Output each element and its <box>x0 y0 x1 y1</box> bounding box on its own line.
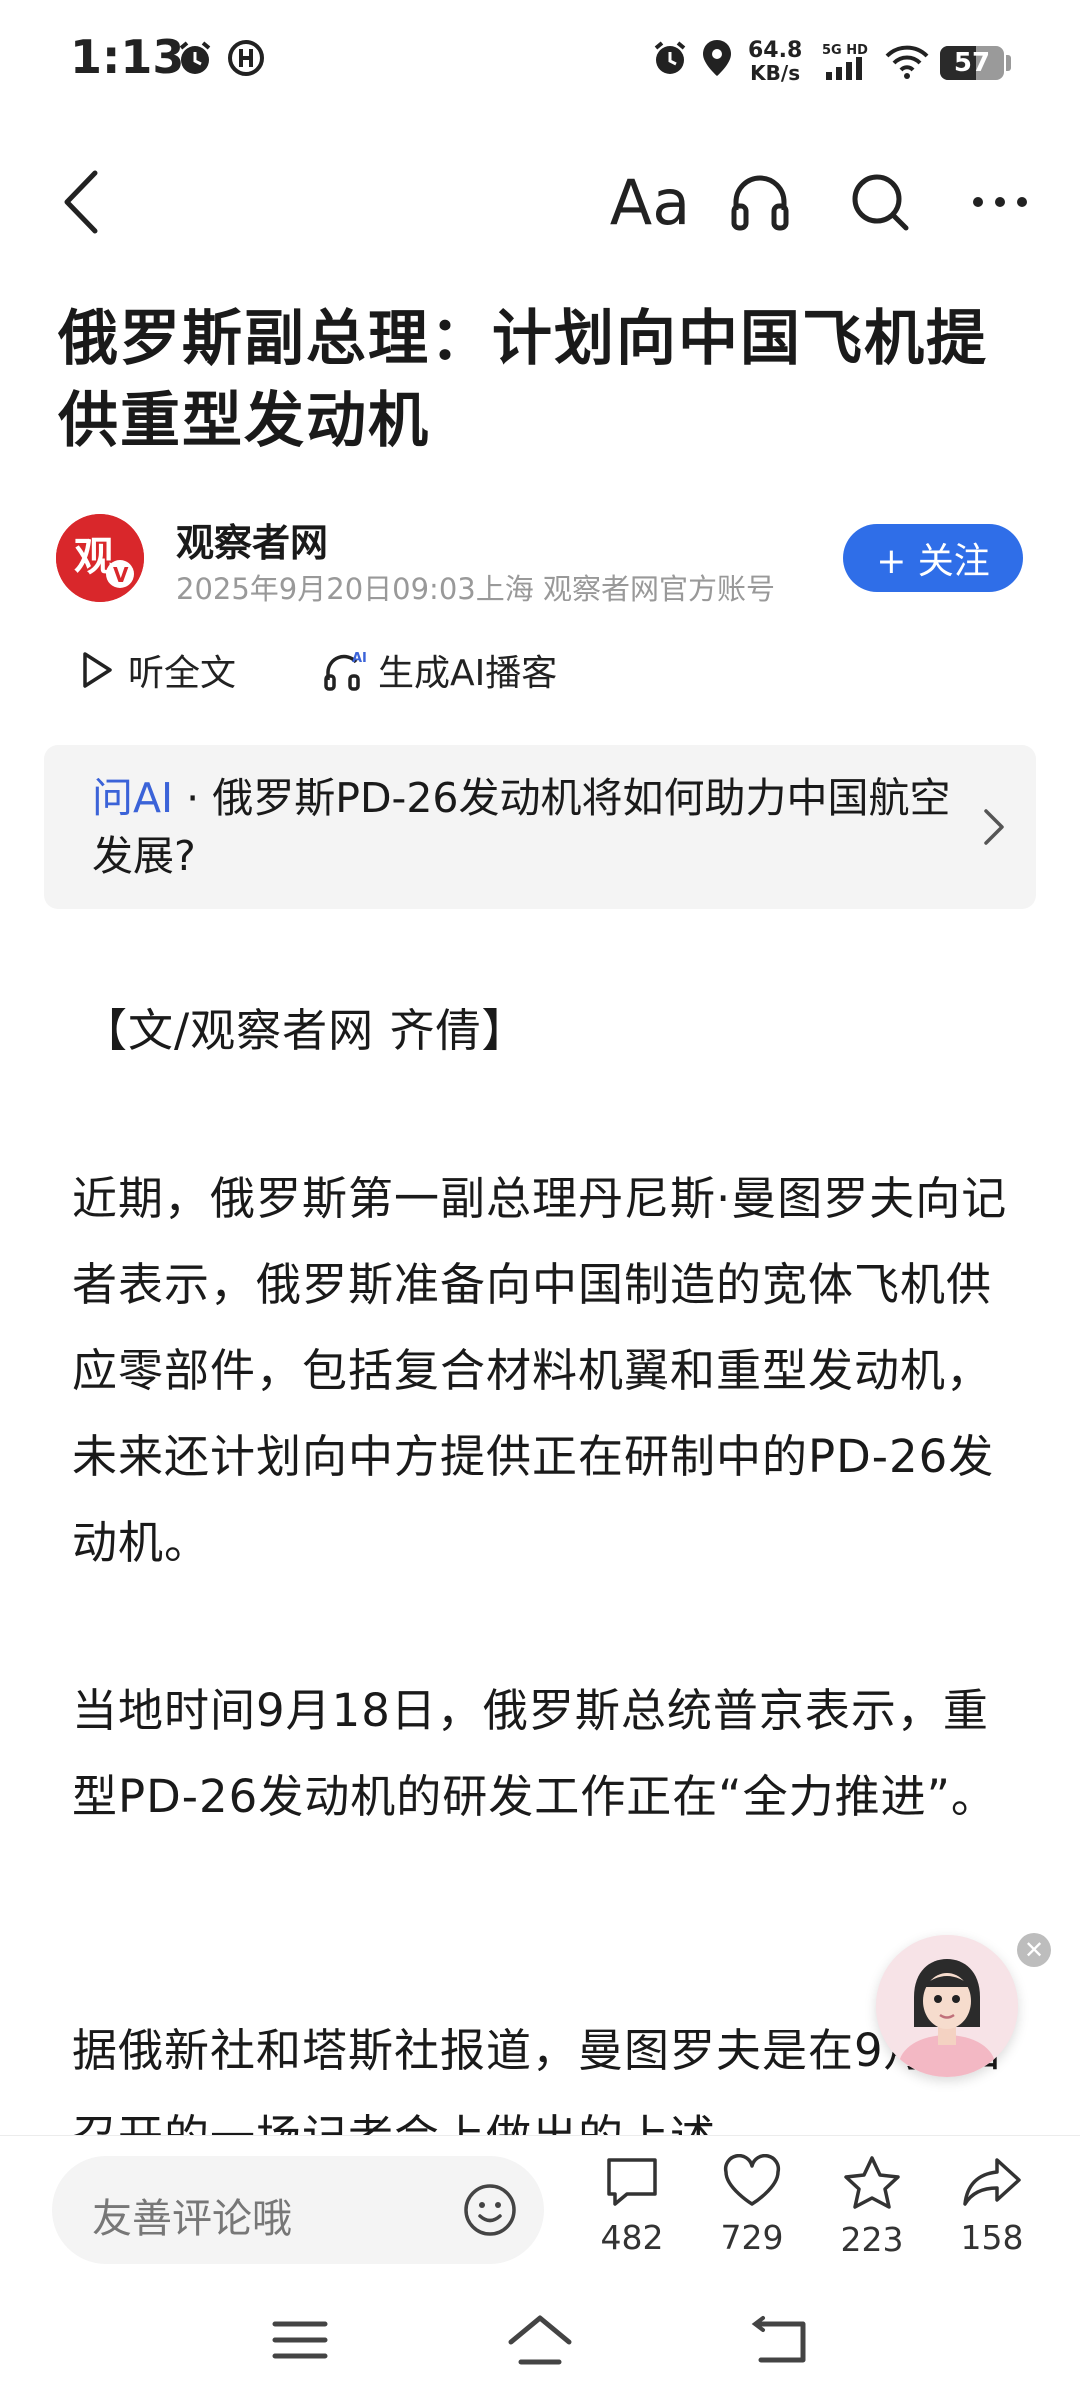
body-paragraph: 当地时间9月18日，俄罗斯总统普京表示，重型PD-26发动机的研发工作正在“全力… <box>72 1684 997 1823</box>
system-back-button[interactable] <box>732 2300 828 2380</box>
search-icon <box>852 174 909 231</box>
headphones-icon <box>731 175 789 231</box>
share-icon <box>963 2158 1021 2206</box>
author-name[interactable]: 观察者网 <box>176 512 328 567</box>
close-assistant-button[interactable]: ✕ <box>1017 1933 1051 1967</box>
battery-tip <box>1006 55 1011 71</box>
article-title: 俄罗斯副总理：计划向中国飞机提供重型发动机 <box>58 304 988 456</box>
svg-text:AI: AI <box>352 651 366 666</box>
publish-meta: 2025年9月20日09:03上海 观察者网官方账号 <box>176 572 775 606</box>
body-paragraph: 近期，俄罗斯第一副总理丹尼斯·曼图罗夫向记者表示，俄罗斯准备向中国制造的宽体飞机… <box>72 1172 1008 1569</box>
search-button[interactable] <box>838 160 922 244</box>
listen-full-label: 听全文 <box>128 653 237 694</box>
favorite-count: 223 <box>840 2220 904 2259</box>
home-button[interactable] <box>492 2300 588 2380</box>
return-icon <box>751 2316 806 2363</box>
recent-apps-button[interactable] <box>252 2300 348 2380</box>
back-button[interactable] <box>40 160 124 244</box>
font-size-button[interactable]: Aa <box>600 160 700 244</box>
ai-podcast-button[interactable]: AI 生成AI播客 <box>322 640 557 700</box>
back-icon <box>64 170 98 234</box>
ask-ai-label: 问AI <box>92 774 174 822</box>
ask-ai-question: 俄罗斯PD-26发动机将如何助力中国航空发展? <box>92 774 951 880</box>
favorite-button[interactable]: 223 <box>822 2154 922 2259</box>
ai-assistant-avatar[interactable] <box>876 1935 1018 2077</box>
app-notification-icon <box>226 38 266 82</box>
listen-audio-button[interactable] <box>718 160 802 244</box>
chevron-right-icon <box>984 809 1004 845</box>
system-nav-bar <box>0 2270 1080 2408</box>
svg-text:V: V <box>113 563 129 587</box>
follow-button[interactable]: + 关注 <box>843 524 1023 592</box>
svg-text:5G HD: 5G HD <box>822 43 868 58</box>
listen-full-button[interactable]: 听全文 <box>80 640 236 700</box>
comment-input[interactable]: 友善评论哦 <box>52 2156 544 2264</box>
cellular-signal-icon: 5G HD <box>820 42 872 86</box>
ask-ai-card[interactable]: 问AI · 俄罗斯PD-26发动机将如何助力中国航空发展? <box>44 745 1036 909</box>
close-icon: ✕ <box>1023 1936 1045 1964</box>
share-button[interactable]: 158 <box>942 2154 1042 2257</box>
play-icon <box>83 652 112 688</box>
net-speed: 64.8 KB/s <box>748 38 803 85</box>
battery-indicator: 57 <box>940 46 1004 80</box>
ai-podcast-icon: AI <box>324 651 366 691</box>
ask-ai-text: 问AI · 俄罗斯PD-26发动机将如何助力中国航空发展? <box>92 769 952 885</box>
clock: 1:13 <box>70 30 185 84</box>
guancha-logo-icon: 观 V <box>56 514 144 602</box>
location-icon <box>700 38 734 82</box>
byline-paragraph: 【文/观察者网 齐倩】 <box>82 1004 528 1057</box>
comment-count: 482 <box>600 2218 664 2257</box>
star-icon <box>844 2156 900 2209</box>
ai-podcast-label: 生成AI播客 <box>378 653 558 694</box>
menu-icon <box>272 2321 328 2359</box>
alarm-icon <box>175 38 215 82</box>
ask-ai-separator: · <box>173 774 213 822</box>
like-count: 729 <box>720 2218 784 2257</box>
heart-icon <box>723 2153 781 2206</box>
comment-button[interactable]: 482 <box>582 2154 682 2257</box>
more-icon <box>973 197 1027 207</box>
comment-placeholder: 友善评论哦 <box>92 2196 292 2242</box>
share-count: 158 <box>960 2218 1024 2257</box>
emoji-icon[interactable] <box>462 2182 518 2238</box>
body-paragraph: 据俄新社和塔斯社报道，曼图罗夫是在9月5日召开的一场记者会上做出的上述 <box>72 2024 1004 2135</box>
home-icon <box>508 2315 572 2365</box>
like-button[interactable]: 729 <box>702 2153 802 2257</box>
comment-icon <box>607 2158 657 2206</box>
wifi-icon <box>884 44 930 84</box>
more-button[interactable] <box>958 160 1042 244</box>
comment-action-bar: 友善评论哦 482 729 223 158 <box>0 2135 1080 2271</box>
author-avatar[interactable]: 观 V <box>56 514 144 602</box>
status-bar: 1:13 64.8 KB/s 5G HD 57 <box>0 0 1080 130</box>
alarm-icon <box>650 38 690 82</box>
